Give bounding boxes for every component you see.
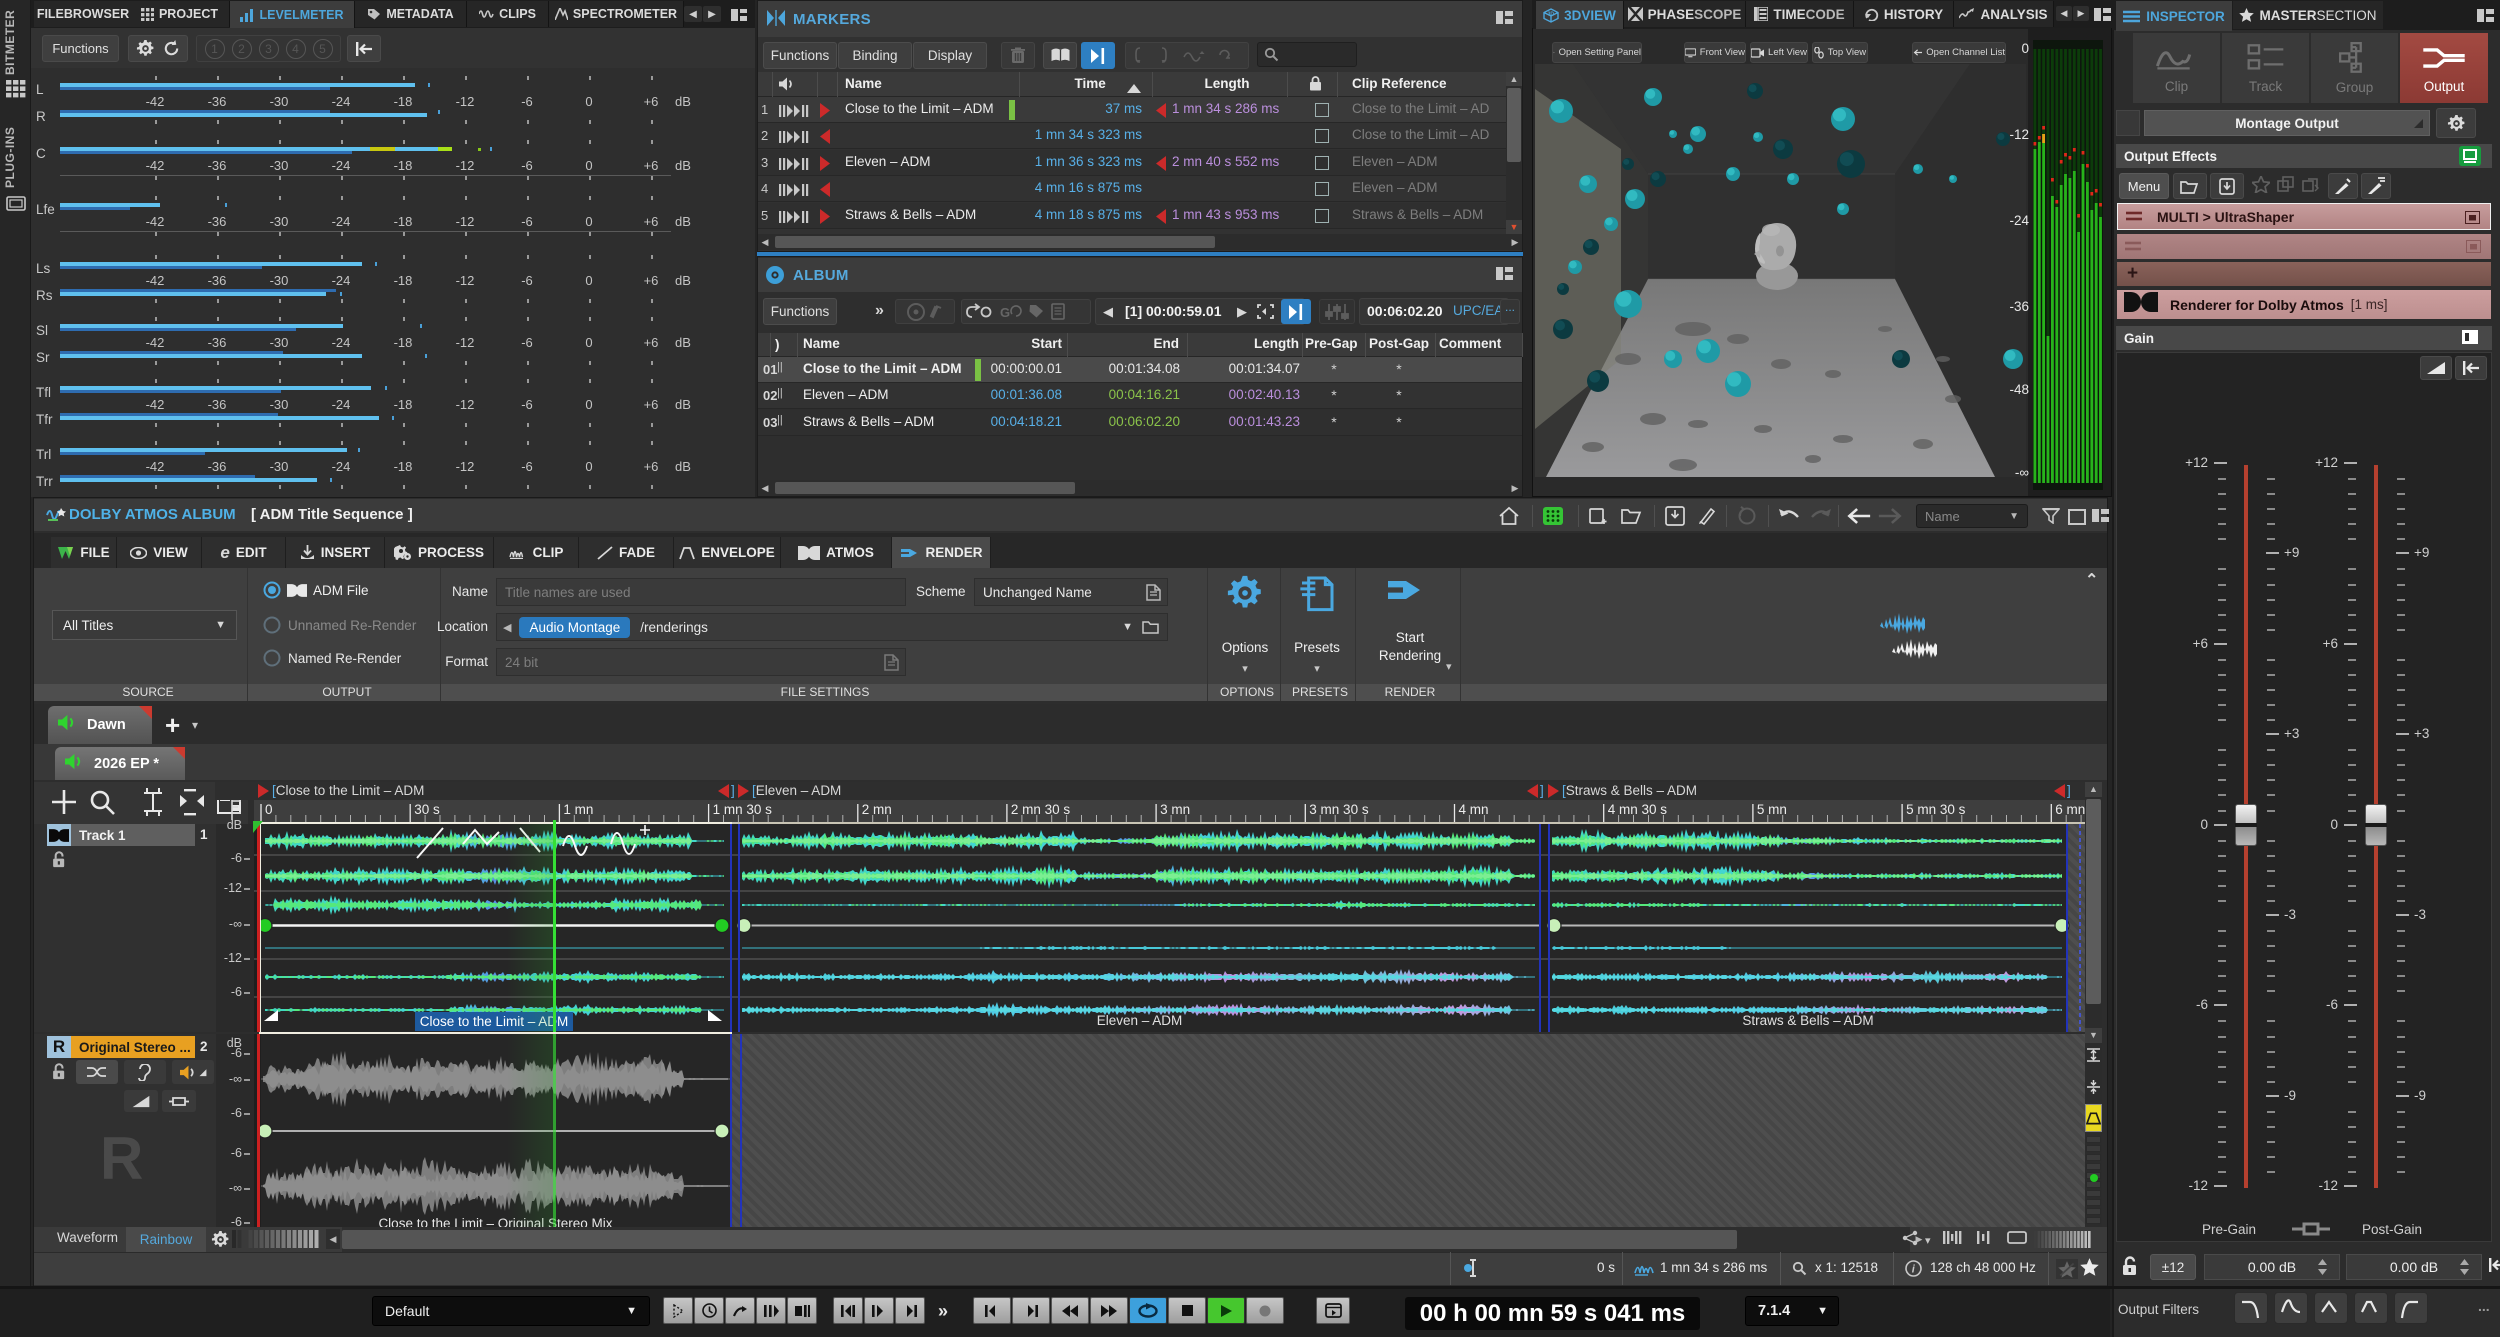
svg-text:i: i — [1912, 1264, 1916, 1276]
